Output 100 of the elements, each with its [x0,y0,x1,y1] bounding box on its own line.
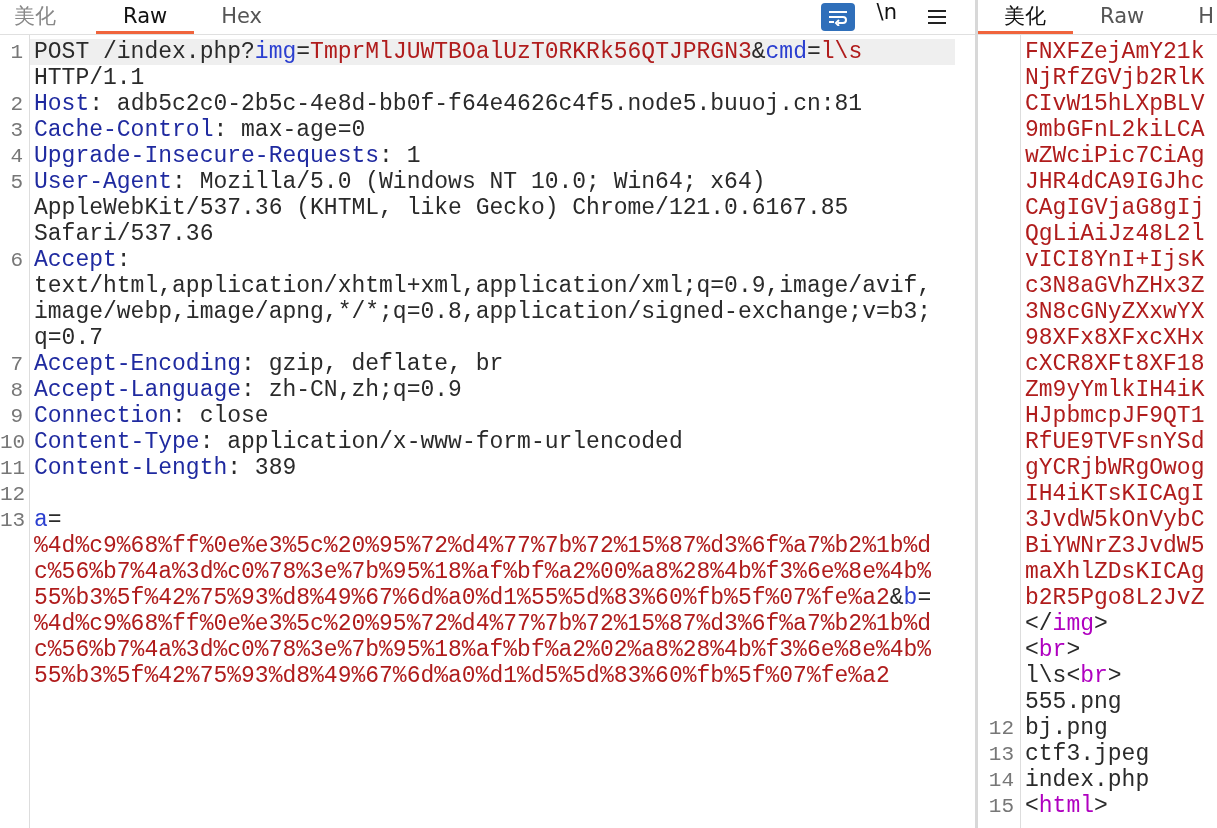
code-text: > [1094,793,1108,819]
code-text: l\s< [1025,663,1081,689]
code-text: 3N8cGNyZXxwYX [1025,299,1205,325]
code-text: Safari/537.36 [34,221,214,247]
code-text: br [1080,663,1108,689]
line-number: 15 [987,794,1015,818]
code-text: l\s [820,39,863,65]
line-number: 5 [9,170,24,194]
code-text: 98XFx8XFxcXHx [1025,325,1205,351]
code-text: ctf3.jpeg [1025,741,1150,767]
code-text: : Mozilla/5.0 (Windows NT 10.0; Win64; x64) [172,169,766,195]
code-text: image/webp,image/apng,*/*;q=0.8,application/signed-exchange;v=b3; [34,299,932,325]
code-text: : application/x-www-form-urlencoded [199,429,683,455]
code-text: = [917,585,932,611]
editor-tab[interactable]: Hex [194,0,289,34]
code-text: FNXFZejAmY21k [1025,39,1205,65]
code-text: gYCRjbWRgOwog [1025,455,1205,481]
editor-tab[interactable]: Raw [1073,0,1172,34]
code-text: IH4iKTsKICAgI [1025,481,1205,507]
line-number: 2 [9,92,24,116]
code-text: vICI8YnI+IjsK [1025,247,1205,273]
code-text: text/html,application/xhtml+xml,application/xml;q=0.9,image/avif, [34,273,932,299]
code-text: NjRfZGVjb2RlK [1025,65,1205,91]
code-text: Accept [34,247,117,273]
editor-tab[interactable]: Raw [96,0,195,34]
code-text: Connection [34,403,173,429]
code-text: Content-Type [34,429,200,455]
code-text: Content-Length [34,455,228,481]
menu-icon[interactable] [927,9,947,25]
code-text: cXCR8XFt8XF18 [1025,351,1205,377]
line-number: 12 [987,716,1015,740]
code-text: CIvW15hLXpBLV [1025,91,1205,117]
line-number: 4 [9,144,24,168]
code-text: Accept-Language [34,377,242,403]
line-number: 14 [987,768,1015,792]
code-text: Zm9yYmlkIH4iK [1025,377,1205,403]
code-text: a [34,507,48,533]
code-text: : 1 [379,143,421,169]
code-text: CAgIGVjaG8gIj [1025,195,1205,221]
line-number: 10 [0,430,27,454]
code-text: & [889,585,904,611]
code-text: : 389 [227,455,297,481]
code-text: cmd [765,39,807,65]
code-text: = [807,39,821,65]
code-text: Cache-Control [34,117,214,143]
code-text: Host [34,91,90,117]
line-number: 13 [987,742,1015,766]
code-text: > [1066,637,1081,663]
code-text: bj.png [1025,715,1108,741]
code-text: TmprMlJUWTBOalUzT0RKRk56QTJPRGN3 [310,39,752,65]
editor-tab[interactable]: 美化 [978,0,1073,34]
code-text: 55%b3%5f%42%75%93%d8%49%67%6d%a0%d1%55%5d%83%60%fb%5f%07%fe%a2 [34,585,890,611]
code-text: > [1107,663,1122,689]
line-number: 13 [0,508,27,532]
code-text: br [1038,637,1067,663]
editor-tab[interactable]: H [1171,0,1217,34]
code-text: b [903,585,918,611]
line-number: 12 [0,482,27,506]
newline-toggle[interactable]: \n [876,0,897,24]
line-number: 7 [9,352,24,376]
code-text: 555.png [1025,689,1122,715]
line-number: 1 [9,40,24,64]
code-text: Accept-Encoding [34,351,242,377]
code-text: img [1052,611,1095,637]
code-text: c%56%b7%4a%3d%c0%78%3e%7b%95%18%af%bf%a2%00%a8%28%4b%f3%6e%8e%4b% [34,559,932,585]
code-text: 3JvdW5kOnVybC [1025,507,1205,533]
code-text: %4d%c9%68%ff%0e%e3%5c%20%95%72%d4%77%7b%72%15%87%d3%6f%a7%b2%1b%d [34,611,932,637]
code-text: > [1094,611,1108,637]
code-text: c3N8aGVhZHx3Z [1025,273,1205,299]
line-number: 6 [9,248,24,272]
code-text: img [254,39,297,65]
code-text: = [47,507,62,533]
code-text: Upgrade-Insecure-Requests [34,143,380,169]
code-text: c%56%b7%4a%3d%c0%78%3e%7b%95%18%af%bf%a2%02%a8%28%4b%f3%6e%8e%4b% [34,637,932,663]
code-text: q=0.7 [34,325,103,351]
code-text: POST /index.php? [34,39,255,65]
code-text: maXhlZDsKICAg [1025,559,1205,585]
code-text: AppleWebKit/537.36 (KHTML, like Gecko) Chrome/121.0.6167.85 [34,195,849,221]
code-text: BiYWNrZ3JvdW5 [1025,533,1205,559]
word-wrap-icon[interactable] [820,3,855,31]
code-text: index.php [1025,767,1150,793]
code-text: wZWciPic7CiAg [1025,143,1205,169]
code-text: : adb5c2c0-2b5c-4e8d-bb0f-f64e4626c4f5.node5.buuoj.cn:81 [89,91,863,117]
code-text: %4d%c9%68%ff%0e%e3%5c%20%95%72%d4%77%7b%72%15%87%d3%6f%a7%b2%1b%d [34,533,932,559]
code-text: RfUE9TVFsnYSd [1025,429,1205,455]
code-text: < [1025,793,1039,819]
code-text: < [1025,637,1039,663]
code-text: User-Agent [34,169,173,195]
code-text: : gzip, deflate, br [241,351,504,377]
line-number: 9 [9,404,24,428]
code-text: QgLiAiJz48L2l [1025,221,1205,247]
code-text: 9mbGFnL2kiLCA [1025,117,1205,143]
code-text: & [751,39,766,65]
code-text: </ [1025,611,1053,637]
code-text: : [116,247,131,273]
code-text: 55%b3%5f%42%75%93%d8%49%67%6d%a0%d1%d5%5d%83%60%fb%5f%07%fe%a2 [34,663,890,689]
line-number: 3 [9,118,24,142]
line-number: 11 [0,456,27,480]
editor-tab[interactable]: 美化 [0,0,96,34]
code-text: html [1038,793,1095,819]
